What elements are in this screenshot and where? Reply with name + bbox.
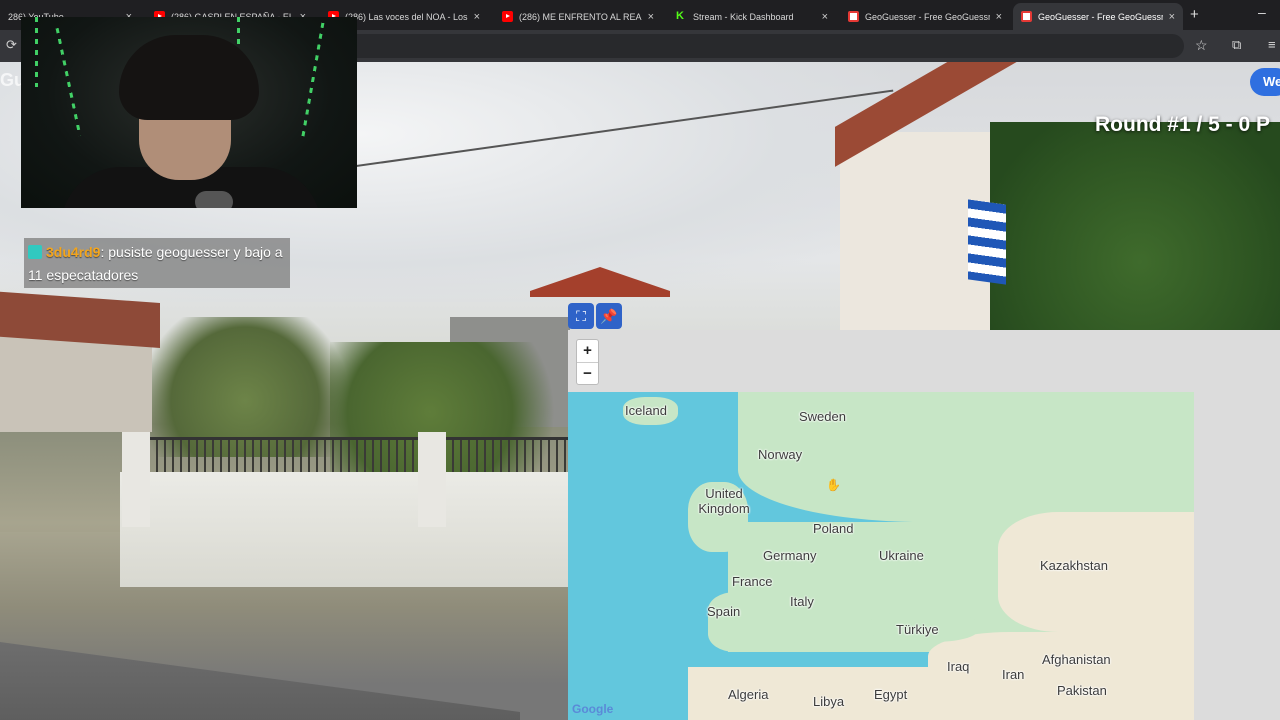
map-label: Pakistan [1057,683,1107,698]
map-label: Türkiye [896,622,939,637]
close-tab-icon[interactable]: × [648,11,654,23]
menu-icon[interactable]: ≡ [1268,37,1276,52]
tab-title: (286) Las voces del NOA - Los F [345,11,468,22]
zoom-out-button[interactable]: − [577,362,598,384]
map-label: Iceland [625,403,667,418]
map-label: United Kingdom [698,486,750,516]
welcome-button[interactable]: We [1250,68,1280,96]
tab-title: GeoGuesser - Free GeoGuessr [865,11,990,22]
greek-flag [968,199,1006,285]
microphone [195,191,233,208]
new-tab-button[interactable]: + [1190,6,1199,23]
youtube-icon [502,11,513,22]
map-label: Ukraine [879,548,924,563]
tab-title: (286) ME ENFRENTO AL REAL M [519,11,642,22]
zoom-control: + − [576,339,599,385]
map-label: Iraq [947,659,970,674]
webcam-overlay [21,17,357,208]
hand-cursor-icon: ✋ [826,478,841,492]
reload-icon[interactable]: ⟳ [6,37,17,53]
guess-map[interactable]: + − Iceland Sweden Norway United Kingdom… [568,330,1280,720]
map-label: Italy [790,594,814,609]
map-label: Kazakhstan [1040,558,1108,573]
map-label: Germany [763,548,817,563]
geoguesser-icon [1021,11,1032,22]
zoom-in-button[interactable]: + [577,340,598,362]
google-logo: Google [572,702,614,716]
pin-map-icon[interactable]: 📌 [596,303,622,329]
extensions-icon[interactable]: ⧉ [1232,37,1241,53]
map-label: Poland [813,521,854,536]
map-label: Egypt [874,687,908,702]
map-toolbar: ⛶ 📌 [568,303,624,329]
map-label: Spain [707,604,741,619]
close-tab-icon[interactable]: × [822,11,828,23]
map-label: Libya [813,694,845,709]
map-label: France [732,574,773,589]
expand-map-icon[interactable]: ⛶ [568,303,594,329]
close-tab-icon[interactable]: × [996,11,1002,23]
round-counter: Round #1 / 5 - 0 P [1095,113,1271,136]
map-label: Algeria [728,687,769,702]
chat-username: 3du4rd9 [46,244,101,260]
close-tab-icon[interactable]: × [1169,11,1175,23]
close-tab-icon[interactable]: × [474,11,480,23]
map-label: Sweden [799,409,846,424]
minimize-icon[interactable]: – [1258,4,1266,20]
tab-geoguesser[interactable]: GeoGuesser - Free GeoGuessr × [840,3,1010,30]
geoguesser-icon [848,11,859,22]
white-wall [120,472,568,587]
kick-icon: K [676,10,684,22]
map-label: Afghanistan [1042,652,1111,667]
tab-youtube-real[interactable]: (286) ME ENFRENTO AL REAL M × [494,3,662,30]
map-label: Norway [758,447,803,462]
tab-title: GeoGuesser - Free GeoGuessr [1038,11,1163,22]
bookmark-star-icon[interactable]: ☆ [1195,37,1208,54]
chat-badge-icon [28,245,42,259]
tab-title: Stream - Kick Dashboard [693,11,794,22]
tab-kick-dashboard[interactable]: K Stream - Kick Dashboard × [668,3,836,30]
tab-geoguesser-active[interactable]: GeoGuesser - Free GeoGuessr × [1013,3,1183,30]
map-label: Iran [1002,667,1025,682]
chat-message: 3du4rd9: pusiste geoguesser y bajo a 11 … [24,238,290,288]
